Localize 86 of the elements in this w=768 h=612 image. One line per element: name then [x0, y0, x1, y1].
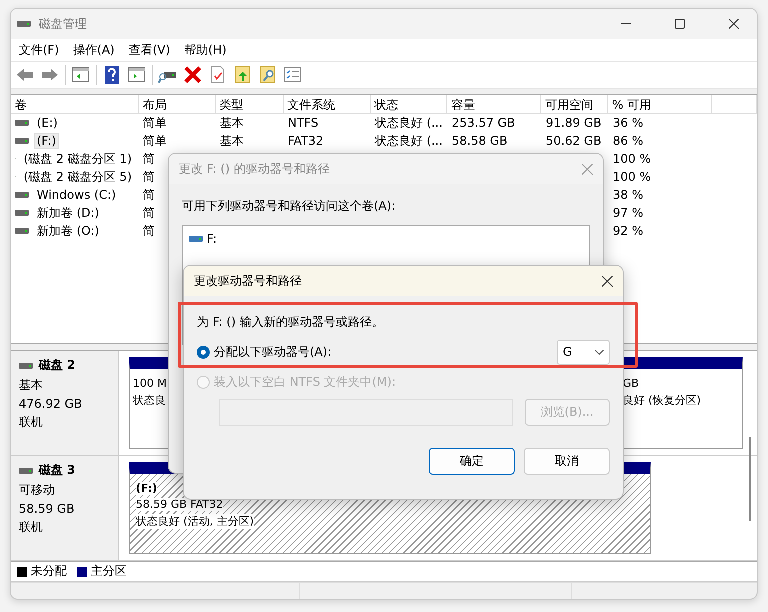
- close-icon: [729, 19, 739, 29]
- legend-label: 主分区: [91, 563, 127, 580]
- table-cell: 97 %: [613, 206, 644, 220]
- chevron-down-icon: [595, 350, 604, 354]
- table-cell[interactable]: 新加卷 (O:): [34, 222, 102, 240]
- ok-button[interactable]: 确定: [429, 448, 515, 475]
- table-cell: 100 %: [613, 152, 652, 166]
- disk-info-panel[interactable]: 磁盘 2 基本 476.92 GB 联机: [11, 351, 119, 455]
- table-cell: 简单: [143, 114, 167, 132]
- delete-icon[interactable]: [183, 65, 203, 85]
- table-cell: 基本: [220, 114, 244, 132]
- close-icon[interactable]: [602, 276, 613, 286]
- disk-info-panel[interactable]: 磁盘 3 可移动 58.59 GB 联机: [11, 456, 119, 560]
- disk-type: 可移动: [19, 482, 56, 499]
- partition-label: GB: [623, 377, 640, 390]
- folder-up-icon[interactable]: [233, 65, 253, 85]
- disk-type: 基本: [19, 377, 44, 394]
- table-cell: 253.57 GB: [452, 116, 516, 130]
- column-header[interactable]: 类型: [216, 95, 284, 114]
- partition-label: (F:): [136, 482, 158, 495]
- table-cell: 简: [143, 186, 155, 204]
- column-header[interactable]: 布局: [138, 95, 216, 114]
- column-header[interactable]: 文件系统: [284, 95, 371, 114]
- table-cell: NTFS: [288, 116, 319, 130]
- disk-size: 58.59 GB: [19, 502, 76, 516]
- maximize-icon: [675, 19, 685, 29]
- checklist-icon[interactable]: [283, 65, 303, 85]
- table-cell: FAT32: [288, 134, 324, 148]
- menu-item[interactable]: 文件(F): [13, 40, 66, 60]
- column-header[interactable]: 可用空间: [541, 95, 608, 114]
- dialog-title: 更改 F: () 的驱动器号和路径: [179, 160, 330, 178]
- radio-option[interactable]: 分配以下驱动器号(A):: [197, 344, 332, 360]
- column-header[interactable]: % 可用: [608, 95, 712, 114]
- disk-status: 联机: [19, 414, 44, 431]
- table-cell: 86 %: [613, 134, 644, 148]
- drive-letter-dropdown[interactable]: G: [557, 340, 610, 364]
- table-cell: 状态良好 (...: [375, 114, 443, 132]
- scrollbar-thumb[interactable]: [749, 437, 751, 521]
- disk-size: 476.92 GB: [19, 397, 84, 411]
- column-header[interactable]: 卷: [11, 95, 139, 114]
- menu-item[interactable]: 帮助(H): [178, 40, 233, 60]
- partition-label: 100 M: [133, 377, 167, 390]
- table-cell: 50.62 GB: [546, 134, 602, 148]
- panel-icon[interactable]: [71, 65, 91, 85]
- table-cell: 36 %: [613, 116, 644, 130]
- dialog-title: 更改驱动器号和路径: [194, 272, 302, 290]
- table-cell: 38 %: [613, 188, 644, 202]
- disk-status: 联机: [19, 519, 44, 536]
- table-cell[interactable]: (磁盘 2 磁盘分区 5): [20, 168, 135, 186]
- table-cell[interactable]: Windows (C:): [34, 187, 120, 203]
- table-cell: 简: [143, 222, 155, 240]
- disk-name: 磁盘 3: [39, 462, 76, 479]
- legend-label: 未分配: [31, 563, 67, 580]
- minimize-icon: [621, 23, 631, 25]
- window-title: 磁盘管理: [39, 16, 88, 32]
- dialog-prompt: 可用下列驱动器号和路径访问这个卷(A):: [182, 198, 397, 215]
- table-cell[interactable]: (F:): [34, 133, 60, 149]
- table-cell: 简: [143, 168, 155, 186]
- table-cell: 基本: [220, 132, 244, 150]
- column-header[interactable]: 容量: [447, 95, 542, 114]
- table-cell[interactable]: 新加卷 (D:): [34, 204, 102, 222]
- table-cell[interactable]: (磁盘 2 磁盘分区 1): [20, 150, 135, 168]
- cancel-button[interactable]: 取消: [524, 448, 610, 475]
- disk-name: 磁盘 2: [39, 357, 76, 374]
- table-cell: 简: [143, 204, 155, 222]
- folder-search-icon[interactable]: [258, 65, 278, 85]
- table-cell: 简: [143, 150, 155, 168]
- partition-label: 状态良: [133, 393, 166, 408]
- table-cell: 简单: [143, 132, 167, 150]
- partition-label: 58.59 GB FAT32: [136, 498, 224, 511]
- panel-icon[interactable]: [127, 65, 147, 85]
- table-cell: 58.58 GB: [452, 134, 508, 148]
- dialog-prompt: 为 F: () 输入新的驱动器号或路径。: [197, 314, 385, 331]
- menu-item[interactable]: 查看(V): [122, 40, 176, 60]
- list-item[interactable]: F:: [207, 232, 218, 246]
- table-cell: 92 %: [613, 224, 644, 238]
- menu-item[interactable]: 操作(A): [67, 40, 121, 60]
- table-cell[interactable]: (E:): [34, 115, 61, 131]
- help-icon[interactable]: [102, 65, 122, 85]
- column-header[interactable]: 状态: [370, 95, 448, 114]
- partition-label: 状态良好 (活动, 主分区): [136, 514, 254, 529]
- partition-label: 良好 (恢复分区): [623, 393, 702, 408]
- blank-column-header: [712, 95, 757, 114]
- table-cell: 状态良好 (...: [375, 132, 443, 150]
- table-cell: 100 %: [613, 170, 652, 184]
- table-cell: 91.89 GB: [546, 116, 602, 130]
